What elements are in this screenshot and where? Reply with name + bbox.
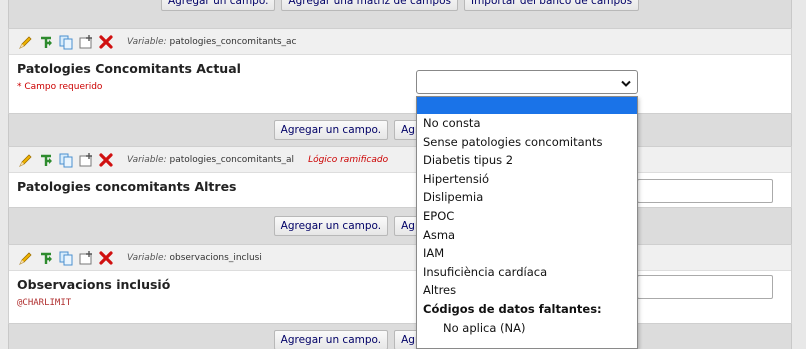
dropdown-optgroup-label: Códigos de datos faltantes:: [423, 301, 602, 316]
patologies-dropdown-list: No consta Sense patologies concomitants …: [416, 96, 638, 349]
field-patologies-concomitants-ac: Variable: patologies_concomitants_ac Pat…: [8, 28, 792, 114]
pencil-icon[interactable]: [17, 249, 35, 267]
bottom-toolbar-strip: Agregar un campo. Agregar una matriz de: [8, 324, 792, 349]
chevron-down-icon: [621, 73, 631, 92]
move-icon[interactable]: [77, 151, 95, 169]
text-input[interactable]: [637, 179, 773, 203]
copy-icon[interactable]: [57, 249, 75, 267]
add-field-button[interactable]: Agregar un campo.: [273, 216, 389, 236]
variable-name: Variable: patologies_concomitants_al: [127, 155, 294, 165]
field-toolbar: Variable: patologies_concomitants_ac: [9, 29, 791, 55]
field-toolbar: Variable: observacions_inclusi: [9, 245, 791, 271]
between-toolbar-strip: Agregar un campo. Agregar una matriz de: [8, 208, 792, 244]
patologies-select[interactable]: [416, 70, 638, 94]
dropdown-option[interactable]: Diabetis tipus 2: [417, 151, 637, 170]
variable-value: patologies_concomitants_ac: [169, 36, 297, 47]
field-observacions-inclusi: Variable: observacions_inclusi Observaci…: [8, 244, 792, 324]
online-designer-page: Agregar un campo. Agregar una matriz de …: [0, 0, 806, 349]
field-patologies-concomitants-al: Variable: patologies_concomitants_al Lóg…: [8, 146, 792, 208]
copy-icon[interactable]: [57, 33, 75, 51]
variable-name: Variable: patologies_concomitants_ac: [127, 37, 297, 47]
delete-icon[interactable]: [97, 33, 115, 51]
variable-value: patologies_concomitants_al: [169, 154, 295, 165]
move-icon[interactable]: [77, 33, 95, 51]
branching-logic-icon[interactable]: [37, 33, 55, 51]
dropdown-option[interactable]: Hipertensió: [417, 170, 637, 189]
dropdown-option[interactable]: Asma: [417, 226, 637, 245]
delete-icon[interactable]: [97, 249, 115, 267]
add-field-button[interactable]: Agregar un campo.: [273, 120, 389, 140]
add-matrix-button[interactable]: Agregar una matriz de campos: [281, 0, 458, 11]
top-toolbar-strip: Agregar un campo. Agregar una matriz de …: [8, 0, 792, 28]
variable-value: observacions_inclusi: [169, 252, 262, 263]
copy-icon[interactable]: [57, 151, 75, 169]
field-toolbar: Variable: patologies_concomitants_al Lóg…: [9, 147, 791, 173]
dropdown-option[interactable]: Sense patologies concomitants: [417, 133, 637, 152]
add-field-button[interactable]: Agregar un campo.: [160, 0, 276, 11]
field-label: Patologies Concomitants Actual: [17, 61, 241, 76]
dropdown-option[interactable]: Dislipemia: [417, 188, 637, 207]
import-field-bank-button[interactable]: Importar del banco de campos: [463, 0, 640, 11]
variable-name: Variable: observacions_inclusi: [127, 253, 262, 263]
add-field-button[interactable]: Agregar un campo.: [273, 330, 389, 349]
branching-logic-icon[interactable]: [37, 151, 55, 169]
dropdown-option[interactable]: Altres: [417, 281, 637, 300]
dropdown-option[interactable]: EPOC: [417, 207, 637, 226]
variable-prefix: Variable:: [127, 252, 167, 263]
between-toolbar-strip: Agregar un campo. Agregar una matriz de: [8, 114, 792, 146]
required-note: * Campo requerido: [17, 82, 103, 92]
dropdown-option-blank-selected[interactable]: [417, 97, 637, 114]
delete-icon[interactable]: [97, 151, 115, 169]
dropdown-option[interactable]: Insuficiència cardíaca: [417, 263, 637, 282]
branching-logic-icon[interactable]: [37, 249, 55, 267]
move-icon[interactable]: [77, 249, 95, 267]
variable-prefix: Variable:: [127, 36, 167, 47]
dropdown-option[interactable]: IAM: [417, 244, 637, 263]
text-input[interactable]: [637, 275, 773, 299]
pencil-icon[interactable]: [17, 151, 35, 169]
dropdown-option[interactable]: No consta: [417, 114, 637, 133]
branching-logic-label: Lógico ramificado: [308, 154, 389, 165]
dropdown-option[interactable]: No aplica (NA): [417, 319, 637, 338]
variable-prefix: Variable:: [127, 154, 167, 165]
pencil-icon[interactable]: [17, 33, 35, 51]
